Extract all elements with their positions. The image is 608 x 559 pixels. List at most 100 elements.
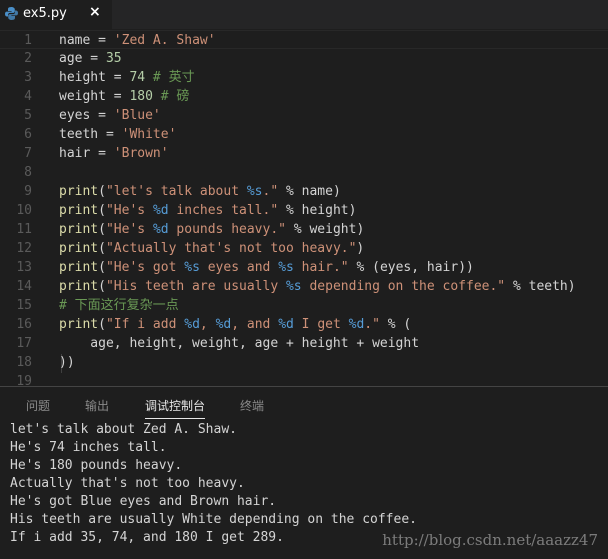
code-token: "His teeth are usually xyxy=(105,279,286,294)
code-token: = xyxy=(90,108,114,123)
code-line: 12 print("Actually that's not too heavy."… xyxy=(0,239,608,258)
panel-tab-debug-console[interactable]: 调试控制台 xyxy=(145,397,206,419)
code-token: # 磅 xyxy=(152,89,190,104)
line-number: 15 xyxy=(16,298,32,313)
line-number: 11 xyxy=(16,222,32,237)
console-output-line: He's 74 inches tall. xyxy=(10,440,167,455)
code-token: ( xyxy=(98,184,106,199)
panel-tab-problems[interactable]: 问题 xyxy=(26,397,50,414)
code-line: 14 print("His teeth are usually %s depend… xyxy=(0,277,608,296)
code-token: %d xyxy=(184,317,200,332)
code-token: % name) xyxy=(278,184,341,199)
code-token: eyes xyxy=(59,108,91,123)
code-line: 5 eyes = 'Blue' xyxy=(0,106,608,125)
code-token: name xyxy=(59,33,91,48)
code-token: %d xyxy=(152,203,169,218)
code-token: print xyxy=(59,279,99,294)
code-token: print xyxy=(59,241,99,256)
code-token: 'White' xyxy=(121,127,177,142)
line-number: 18 xyxy=(16,355,32,370)
code-text: teeth = 'White' xyxy=(59,125,176,144)
line-number: 13 xyxy=(16,260,32,275)
code-text: weight = 180 # 磅 xyxy=(59,87,189,106)
code-token: "let's talk about xyxy=(105,184,247,199)
code-text: eyes = 'Blue' xyxy=(59,106,161,125)
code-token: %s xyxy=(184,260,200,275)
code-line: 13 print("He's got %s eyes and %s hair." … xyxy=(0,258,608,277)
code-token: hair xyxy=(59,146,91,161)
code-token: = xyxy=(82,51,106,66)
code-token: % height) xyxy=(278,203,357,218)
code-token: print xyxy=(59,260,99,275)
code-token: "If i add xyxy=(105,317,185,332)
code-token: )) xyxy=(59,355,75,370)
code-token: eyes and xyxy=(199,260,279,275)
code-line: 18)) xyxy=(0,353,608,372)
code-token: inches tall." xyxy=(168,203,279,218)
code-token: 'Blue' xyxy=(113,108,161,123)
python-icon xyxy=(5,7,18,20)
code-token: %s xyxy=(246,184,263,199)
close-icon[interactable]: × xyxy=(89,4,101,20)
line-number: 6 xyxy=(24,127,32,142)
code-line: 8 xyxy=(0,163,608,182)
code-line: 19 xyxy=(0,372,608,386)
code-token: weight xyxy=(59,89,106,104)
code-token: = xyxy=(90,146,114,161)
code-token: 74 xyxy=(129,70,146,85)
code-line: 10 print("He's %d inches tall." % height) xyxy=(0,201,608,220)
line-number: 19 xyxy=(16,374,32,386)
code-token: "He's got xyxy=(105,260,185,275)
panel-tab-output[interactable]: 输出 xyxy=(85,397,109,414)
line-number: 1 xyxy=(24,33,32,48)
console-output-line: If i add 35, 74, and 180 I get 289. xyxy=(10,530,284,545)
code-text: print("His teeth are usually %s dependin… xyxy=(59,277,576,296)
code-token: %s xyxy=(278,260,294,275)
code-token: depending on the coffee." xyxy=(301,279,506,294)
line-number: 9 xyxy=(24,184,32,199)
line-number: 5 xyxy=(24,108,32,123)
code-line: 9 print("let's talk about %s." % name) xyxy=(0,182,608,201)
code-token: = xyxy=(98,127,122,142)
tab-filename: ex5.py xyxy=(23,6,67,21)
code-line: 15 # 下面这行复杂一点 xyxy=(0,296,608,315)
tab-ex5-py[interactable]: ex5.py × xyxy=(0,0,112,29)
code-line: 7 hair = 'Brown' xyxy=(0,144,608,163)
code-token: teeth xyxy=(59,127,99,142)
code-line: 2 age = 35 xyxy=(0,49,608,68)
code-text: print("If i add %d, %d, and %d I get %d.… xyxy=(59,315,411,334)
console-output-line: Actually that's not too heavy. xyxy=(10,476,245,491)
editor-tab-bar: ex5.py × xyxy=(0,0,608,29)
line-number: 10 xyxy=(16,203,32,218)
code-token: 35 xyxy=(105,51,122,66)
code-token: "He's xyxy=(105,203,153,218)
code-token: ." xyxy=(364,317,380,332)
code-token: height xyxy=(59,70,106,85)
line-number: 16 xyxy=(16,317,32,332)
code-token: %d xyxy=(278,317,294,332)
code-line: 4 weight = 180 # 磅 xyxy=(0,87,608,106)
code-line: 3 height = 74 # 英寸 xyxy=(0,68,608,87)
code-token: ( xyxy=(98,279,106,294)
code-token: %d xyxy=(152,222,169,237)
code-token: 180 xyxy=(129,89,153,104)
code-token: % (eyes, hair)) xyxy=(348,260,474,275)
line-number: 4 xyxy=(24,89,32,104)
code-token: print xyxy=(59,317,99,332)
code-token: %s xyxy=(285,279,302,294)
code-token: % weight) xyxy=(286,222,365,237)
code-token: ( xyxy=(98,222,106,237)
code-token: % teeth) xyxy=(505,279,576,294)
console-output-line: His teeth are usually White depending on… xyxy=(10,512,417,527)
code-line: 17 age, height, weight, age + height + w… xyxy=(0,334,608,353)
code-token: ." xyxy=(262,184,279,199)
panel-tab-terminal[interactable]: 终端 xyxy=(240,397,264,414)
code-token: % ( xyxy=(379,317,412,332)
code-line: 1 name = 'Zed A. Shaw' xyxy=(0,30,608,49)
code-editor[interactable]: 1 name = 'Zed A. Shaw' 2 age = 35 3 height = … xyxy=(0,29,608,386)
line-number: 8 xyxy=(24,165,32,180)
code-text: print("let's talk about %s." % name) xyxy=(59,182,341,201)
line-number: 7 xyxy=(24,146,32,161)
code-line: 6 teeth = 'White' xyxy=(0,125,608,144)
code-token: %d xyxy=(348,317,365,332)
